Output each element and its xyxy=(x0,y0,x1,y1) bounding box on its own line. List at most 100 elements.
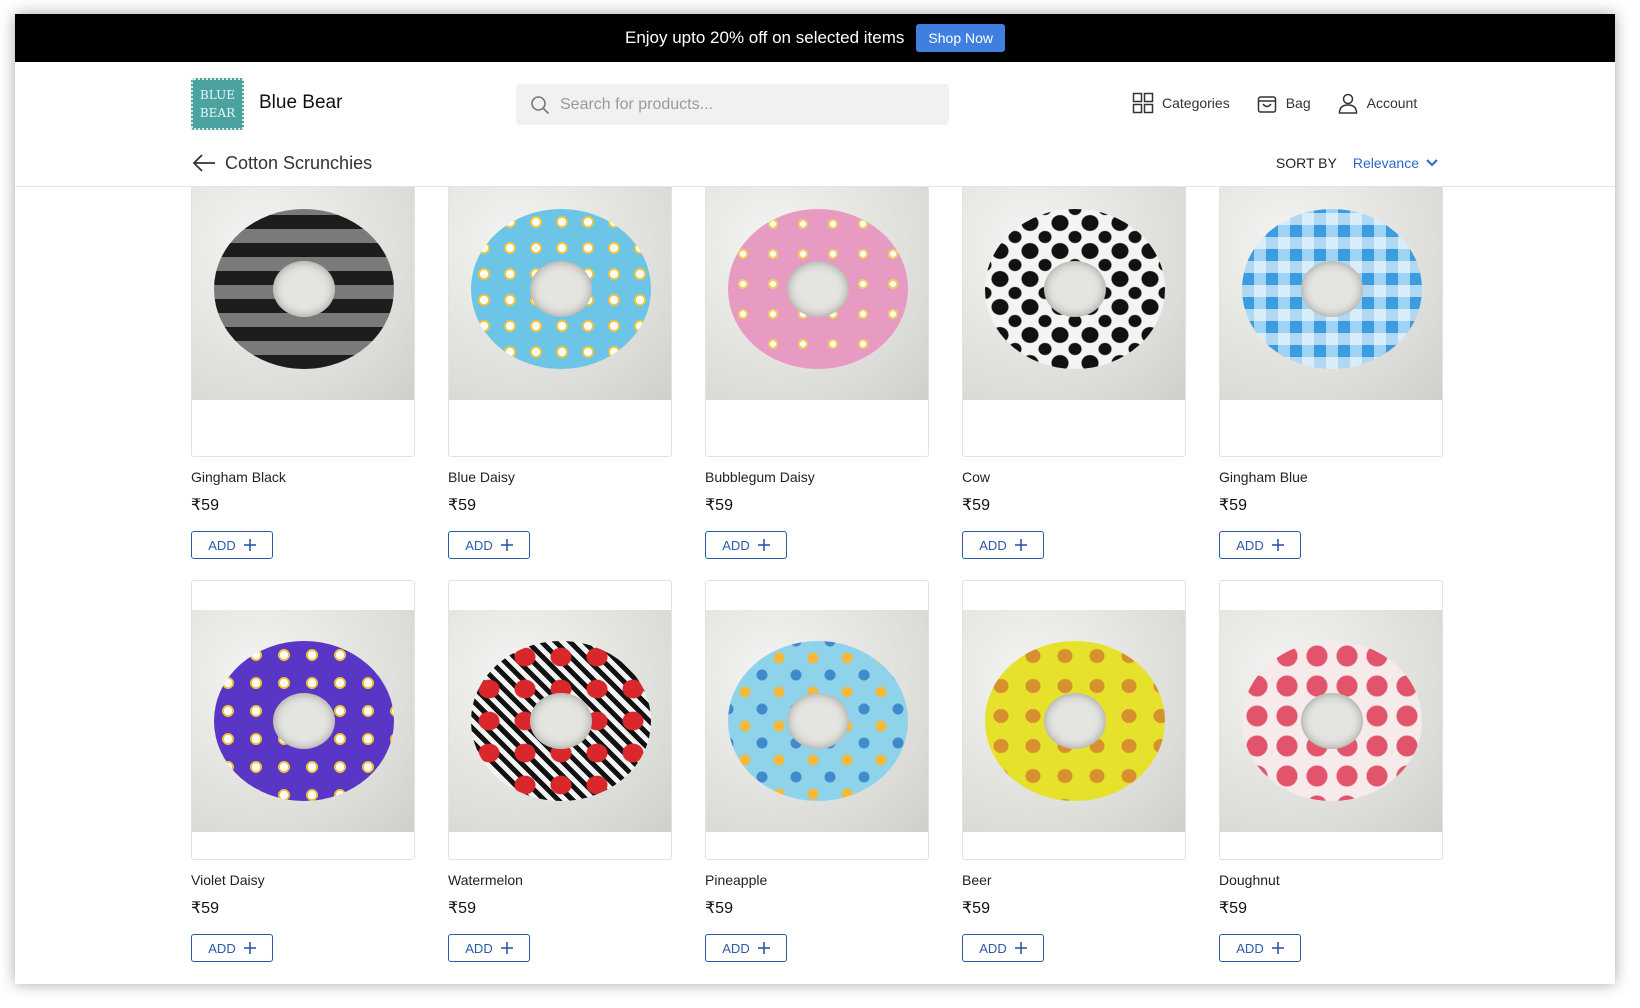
add-to-bag-button[interactable]: ADD xyxy=(705,934,787,962)
nav-bag[interactable]: Bag xyxy=(1256,92,1311,114)
scrunchie-image xyxy=(985,209,1165,369)
add-to-bag-button[interactable]: ADD xyxy=(191,531,273,559)
plus-icon xyxy=(757,539,770,551)
product-price: ₹59 xyxy=(1219,497,1247,514)
user-icon xyxy=(1338,93,1357,114)
scrunchie-image xyxy=(728,641,908,801)
add-to-bag-button[interactable]: ADD xyxy=(1219,531,1301,559)
product-card[interactable]: Doughnut ₹59 ADD xyxy=(1219,580,1443,962)
product-image-frame[interactable] xyxy=(705,187,929,457)
scrunchie-image xyxy=(985,641,1165,801)
add-button-label: ADD xyxy=(1236,940,1264,956)
product-card[interactable]: Cow ₹59 ADD xyxy=(962,187,1186,559)
product-photo xyxy=(963,610,1185,832)
sort-dropdown[interactable]: Relevance xyxy=(1353,155,1439,171)
add-to-bag-button[interactable]: ADD xyxy=(705,531,787,559)
product-price: ₹59 xyxy=(1219,900,1247,917)
product-name[interactable]: Watermelon xyxy=(448,872,672,888)
header: BLUE BEAR Blue Bear Categories xyxy=(15,62,1615,187)
product-name[interactable]: Violet Daisy xyxy=(191,872,415,888)
product-image-frame[interactable] xyxy=(962,187,1186,457)
bag-icon xyxy=(1257,96,1276,113)
add-to-bag-button[interactable]: ADD xyxy=(448,531,530,559)
search-icon xyxy=(531,95,549,114)
product-image-frame[interactable] xyxy=(962,580,1186,860)
product-image-frame[interactable] xyxy=(1219,187,1443,457)
subheader: Cotton Scrunchies SORT BY Relevance xyxy=(191,148,1439,178)
product-name[interactable]: Gingham Blue xyxy=(1219,469,1443,485)
plus-icon xyxy=(1014,942,1027,954)
plus-icon xyxy=(243,942,256,954)
product-card[interactable]: Gingham Blue ₹59 ADD xyxy=(1219,187,1443,559)
back-button[interactable]: Cotton Scrunchies xyxy=(191,153,372,174)
grid-icon xyxy=(1132,92,1154,114)
add-to-bag-button[interactable]: ADD xyxy=(1219,934,1301,962)
sort-control: SORT BY Relevance xyxy=(1276,155,1439,171)
scrunchie-image xyxy=(471,641,651,801)
product-name[interactable]: Beer xyxy=(962,872,1186,888)
search-input[interactable] xyxy=(560,95,920,114)
plus-icon xyxy=(243,539,256,551)
brand-logo[interactable]: BLUE BEAR xyxy=(191,78,244,130)
product-photo xyxy=(706,187,928,400)
add-button-label: ADD xyxy=(722,940,750,956)
plus-icon xyxy=(500,539,513,551)
shop-now-button[interactable]: Shop Now xyxy=(916,24,1005,52)
product-image-frame[interactable] xyxy=(191,580,415,860)
scrunchie-image xyxy=(471,209,651,369)
sort-label: SORT BY xyxy=(1275,155,1337,171)
product-name[interactable]: Gingham Black xyxy=(191,469,415,485)
nav-account-label: Account xyxy=(1366,95,1418,111)
product-name[interactable]: Blue Daisy xyxy=(448,469,672,485)
add-button-label: ADD xyxy=(1236,537,1264,553)
product-image-frame[interactable] xyxy=(191,187,415,457)
product-card[interactable]: Gingham Black ₹59 ADD xyxy=(191,187,415,559)
add-button-label: ADD xyxy=(979,537,1007,553)
add-button-label: ADD xyxy=(979,940,1007,956)
product-card[interactable]: Beer ₹59 ADD xyxy=(962,580,1186,962)
product-photo xyxy=(192,187,414,400)
product-card[interactable]: Violet Daisy ₹59 ADD xyxy=(191,580,415,962)
search-bar[interactable] xyxy=(516,84,949,125)
scrunchie-image xyxy=(728,209,908,369)
product-card[interactable]: Bubblegum Daisy ₹59 ADD xyxy=(705,187,929,559)
product-card[interactable]: Pineapple ₹59 ADD xyxy=(705,580,929,962)
product-price: ₹59 xyxy=(448,497,476,514)
product-card[interactable]: Watermelon ₹59 ADD xyxy=(448,580,672,962)
add-to-bag-button[interactable]: ADD xyxy=(448,934,530,962)
nav-bag-label: Bag xyxy=(1285,95,1311,111)
brand-name[interactable]: Blue Bear xyxy=(259,92,342,114)
add-to-bag-button[interactable]: ADD xyxy=(191,934,273,962)
product-image-frame[interactable] xyxy=(448,580,672,860)
nav-categories-label: Categories xyxy=(1162,95,1230,111)
product-card[interactable]: Blue Daisy ₹59 ADD xyxy=(448,187,672,559)
product-grid: Gingham Black ₹59 ADD Blue Daisy ₹59 ADD xyxy=(15,187,1615,984)
product-photo xyxy=(963,187,1185,400)
product-price: ₹59 xyxy=(191,497,219,514)
add-to-bag-button[interactable]: ADD xyxy=(962,531,1044,559)
add-button-label: ADD xyxy=(465,940,493,956)
plus-icon xyxy=(757,942,770,954)
promo-text: Enjoy upto 20% off on selected items xyxy=(624,28,905,47)
logo-line-2: BEAR xyxy=(199,106,236,120)
product-price: ₹59 xyxy=(962,900,990,917)
app-window: Enjoy upto 20% off on selected items Sho… xyxy=(15,14,1615,984)
nav-account[interactable]: Account xyxy=(1337,92,1418,114)
product-name[interactable]: Bubblegum Daisy xyxy=(705,469,929,485)
product-name[interactable]: Pineapple xyxy=(705,872,929,888)
product-name[interactable]: Doughnut xyxy=(1219,872,1443,888)
sort-value: Relevance xyxy=(1352,155,1419,171)
back-arrow-icon xyxy=(192,154,215,172)
scrunchie-image xyxy=(1242,209,1422,369)
page-title: Cotton Scrunchies xyxy=(225,152,373,173)
product-price: ₹59 xyxy=(448,900,476,917)
nav-categories[interactable]: Categories xyxy=(1132,92,1230,114)
plus-icon xyxy=(1014,539,1027,551)
add-button-label: ADD xyxy=(465,537,493,553)
product-image-frame[interactable] xyxy=(448,187,672,457)
add-to-bag-button[interactable]: ADD xyxy=(962,934,1044,962)
product-name[interactable]: Cow xyxy=(962,469,1186,485)
plus-icon xyxy=(500,942,513,954)
product-image-frame[interactable] xyxy=(705,580,929,860)
product-image-frame[interactable] xyxy=(1219,580,1443,860)
